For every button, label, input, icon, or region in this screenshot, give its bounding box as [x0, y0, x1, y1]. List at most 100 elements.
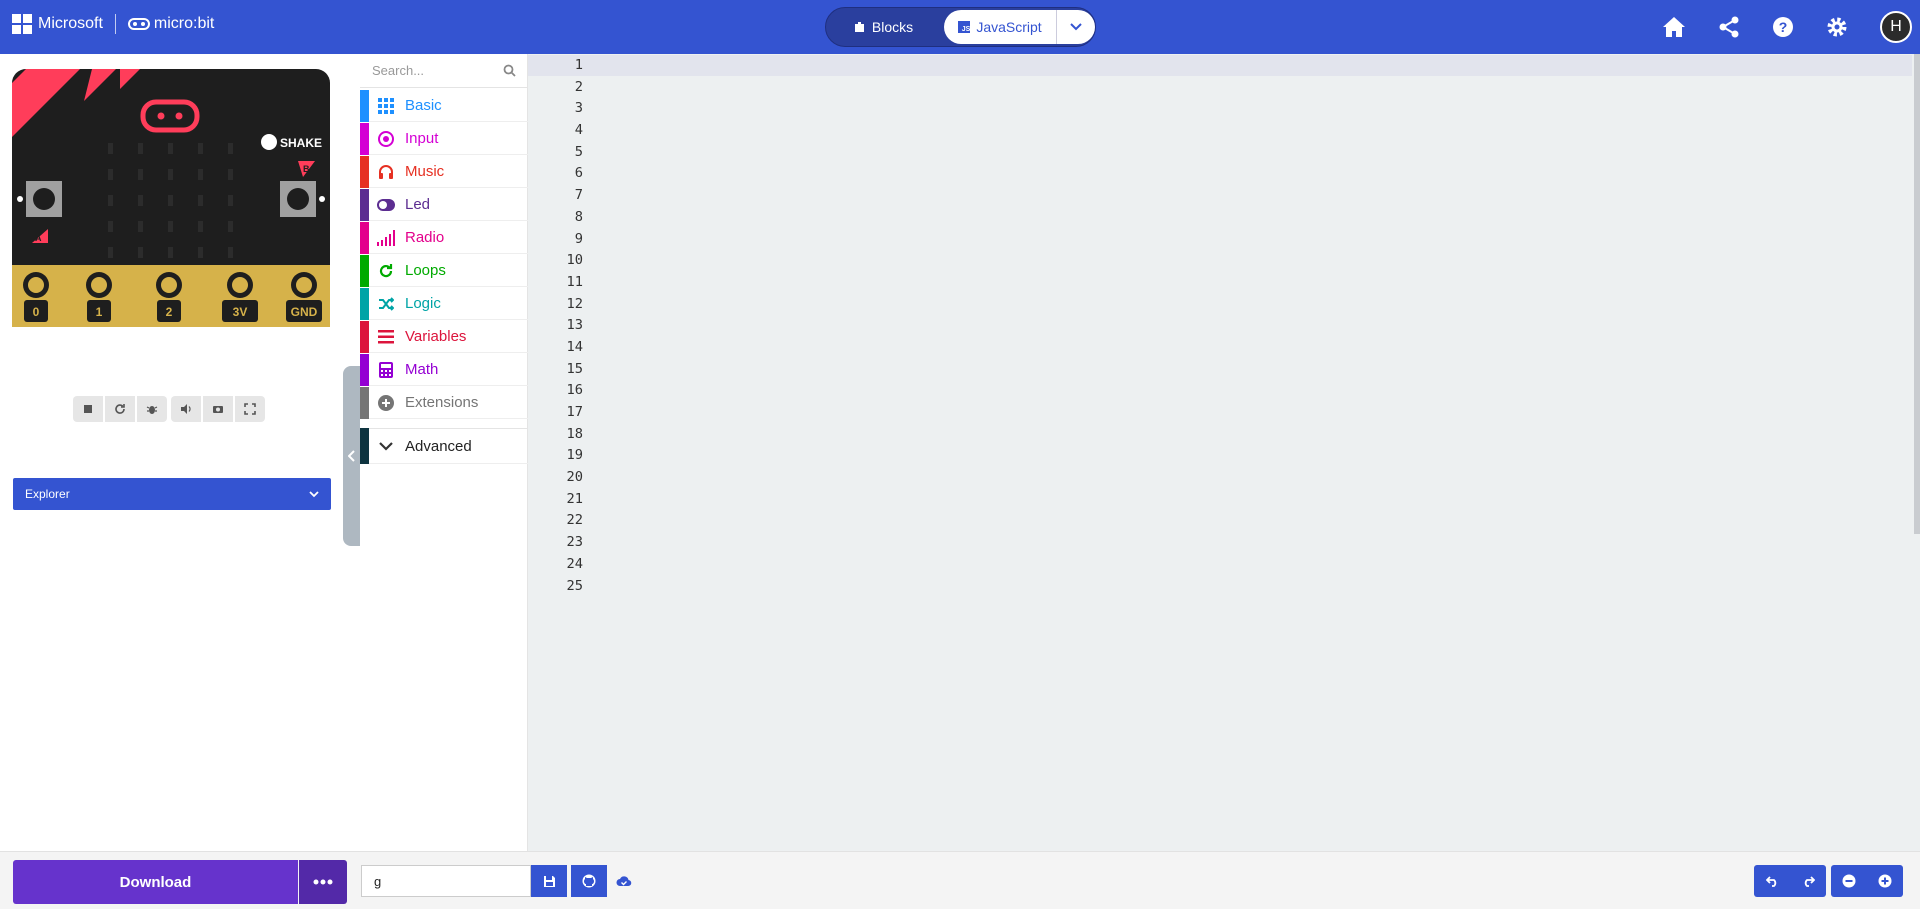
javascript-tab-label: JavaScript — [976, 19, 1042, 35]
collapse-simulator-tab[interactable] — [343, 366, 360, 546]
cloud-save-button[interactable] — [614, 865, 634, 897]
debug-button[interactable] — [137, 396, 167, 422]
header-bar: Microsoft micro:bit Blocks JS JavaScript… — [0, 0, 1920, 54]
button-b-label: B — [303, 164, 310, 174]
microbit-logo: micro:bit — [127, 15, 214, 33]
redo-button[interactable] — [1790, 865, 1826, 897]
category-math[interactable]: Math — [360, 353, 528, 386]
button-b[interactable] — [280, 181, 316, 217]
more-icon — [313, 879, 333, 885]
category-advanced[interactable]: Advanced — [360, 428, 528, 464]
line-number: 12 — [566, 295, 583, 312]
category-color-bar — [360, 386, 369, 419]
simulator-panel: SHAKE B A 0 1 2 3V GND Explorer — [0, 54, 360, 851]
line-number: 23 — [566, 534, 583, 551]
editor-language-dropdown[interactable] — [1056, 10, 1095, 44]
current-line-highlight — [528, 55, 1912, 76]
pin-0-label: 0 — [33, 305, 40, 319]
category-label: Math — [405, 361, 439, 378]
fullscreen-button[interactable] — [235, 396, 265, 422]
category-color-bar — [360, 89, 369, 122]
restart-button[interactable] — [105, 396, 135, 422]
category-loops[interactable]: Loops — [360, 254, 528, 287]
help-button[interactable]: ? — [1770, 14, 1796, 40]
blocks-toolbox: Search... Basic Input Music Led Radio Lo… — [360, 54, 528, 851]
category-extensions[interactable]: Extensions — [360, 386, 528, 419]
zoom-in-button[interactable] — [1867, 865, 1903, 897]
settings-button[interactable] — [1824, 14, 1850, 40]
github-button[interactable] — [571, 865, 607, 897]
screenshot-button[interactable] — [203, 396, 233, 422]
category-label: Advanced — [405, 437, 472, 455]
microbit-simulator[interactable]: SHAKE B A 0 1 2 3V GND — [12, 69, 330, 327]
mute-button[interactable] — [171, 396, 201, 422]
home-button[interactable] — [1661, 14, 1687, 40]
chevron-down-icon — [377, 437, 395, 455]
explorer-panel-toggle[interactable]: Explorer — [13, 478, 331, 510]
line-number: 22 — [566, 512, 583, 529]
line-number: 10 — [566, 252, 583, 269]
button-a-label: A — [35, 233, 42, 243]
download-label: Download — [119, 873, 192, 891]
zoom-group — [1831, 865, 1903, 897]
line-number: 1 — [574, 57, 583, 73]
button-a[interactable] — [26, 181, 62, 217]
gear-icon — [1827, 17, 1847, 37]
category-input[interactable]: Input — [360, 122, 528, 155]
blocks-tab-label: Blocks — [871, 19, 914, 35]
line-number: 17 — [566, 404, 583, 420]
download-button[interactable]: Download — [13, 860, 298, 904]
project-name-input[interactable]: g — [361, 865, 531, 897]
line-number: 25 — [566, 577, 583, 594]
redo-icon — [1804, 875, 1815, 887]
microsoft-label: Microsoft — [38, 15, 103, 32]
editor-scrollbar[interactable] — [1914, 54, 1920, 534]
microsoft-logo-icon — [12, 14, 32, 34]
simulator-toolbar — [73, 396, 265, 422]
cloud-icon — [616, 876, 632, 887]
share-button[interactable] — [1716, 14, 1742, 40]
undo-icon — [1765, 875, 1776, 887]
pin-gnd-label: GND — [291, 305, 318, 319]
chevron-down-icon — [1070, 23, 1082, 31]
camera-icon — [213, 406, 223, 413]
line-number: 8 — [574, 208, 583, 225]
line-number: 9 — [574, 230, 583, 247]
shuffle-icon — [377, 295, 395, 313]
toggle-icon — [377, 196, 395, 214]
refresh-icon — [115, 404, 125, 414]
loop-icon — [377, 262, 395, 280]
line-number: 18 — [566, 425, 583, 442]
line-number: 19 — [566, 447, 583, 464]
line-number: 2 — [574, 78, 583, 95]
zoom-out-button[interactable] — [1831, 865, 1867, 897]
line-number: 21 — [566, 490, 583, 507]
signal-icon — [377, 229, 395, 247]
category-label: Logic — [405, 295, 441, 312]
category-basic[interactable]: Basic — [360, 89, 528, 122]
bug-icon — [146, 406, 158, 414]
code-editor[interactable]: 1 2 3 4 5 6 7 8 9 10 11 12 13 14 15 16 1… — [528, 54, 1920, 851]
brand[interactable]: Microsoft micro:bit — [12, 14, 214, 34]
download-more-button[interactable] — [299, 860, 347, 904]
line-number: 7 — [574, 187, 583, 204]
blocks-tab[interactable]: Blocks — [826, 8, 941, 46]
save-button[interactable] — [531, 865, 567, 897]
javascript-tab[interactable]: JS JavaScript — [944, 10, 1056, 44]
line-number: 13 — [566, 317, 583, 334]
stop-button[interactable] — [73, 396, 103, 422]
undo-button[interactable] — [1754, 865, 1790, 897]
category-color-bar — [360, 155, 369, 188]
minus-circle-icon — [1842, 874, 1856, 888]
github-icon — [582, 874, 596, 888]
category-music[interactable]: Music — [360, 155, 528, 188]
category-radio[interactable]: Radio — [360, 221, 528, 254]
shake-button[interactable] — [261, 134, 277, 150]
toolbox-search-input[interactable]: Search... — [360, 54, 528, 88]
microbit-logo-icon — [127, 18, 150, 30]
plus-circle-icon — [1878, 874, 1892, 888]
category-logic[interactable]: Logic — [360, 287, 528, 320]
category-led[interactable]: Led — [360, 188, 528, 221]
category-variables[interactable]: Variables — [360, 320, 528, 353]
user-avatar[interactable]: H — [1880, 11, 1912, 43]
